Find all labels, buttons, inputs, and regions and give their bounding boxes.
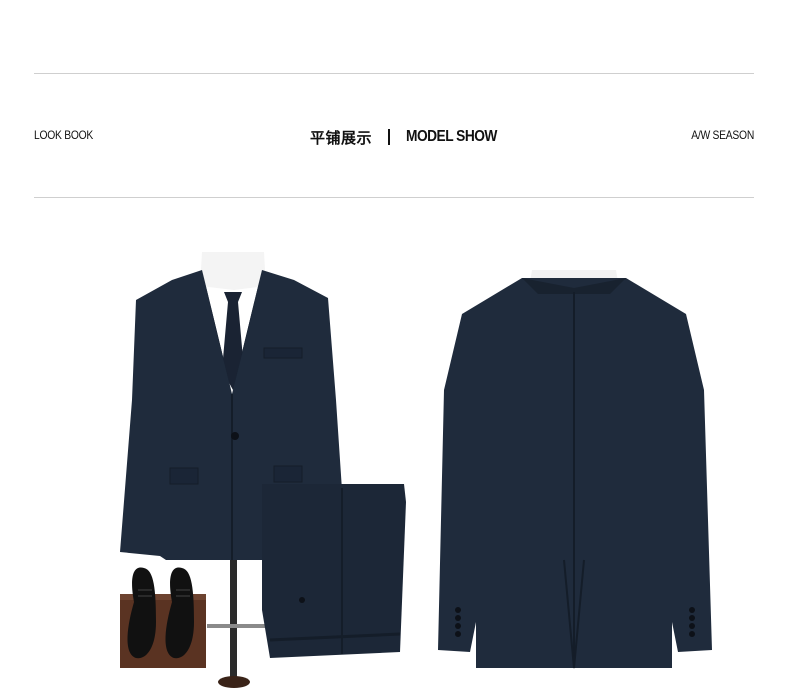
shoes-on-stand bbox=[120, 567, 206, 668]
title-chinese: 平铺展示 bbox=[310, 128, 373, 147]
section-header: LOOK BOOK 平铺展示 MODEL SHOW A/W SEASON bbox=[34, 124, 754, 150]
suit-front-flatlay-image bbox=[120, 252, 406, 688]
title-english: MODEL SHOW bbox=[406, 128, 497, 145]
trousers-folded bbox=[262, 484, 406, 658]
season-label: A/W SEASON bbox=[691, 128, 754, 142]
suit-back-image bbox=[438, 270, 712, 669]
product-detail-section: LOOK BOOK 平铺展示 MODEL SHOW A/W SEASON bbox=[0, 0, 790, 692]
bottom-divider bbox=[34, 197, 754, 198]
section-title: 平铺展示 MODEL SHOW bbox=[310, 124, 512, 150]
product-images bbox=[34, 230, 754, 692]
look-book-label: LOOK BOOK bbox=[34, 128, 94, 142]
top-divider bbox=[34, 73, 754, 74]
shirt bbox=[200, 252, 266, 290]
jacket-back bbox=[438, 278, 712, 669]
title-separator bbox=[388, 129, 391, 145]
